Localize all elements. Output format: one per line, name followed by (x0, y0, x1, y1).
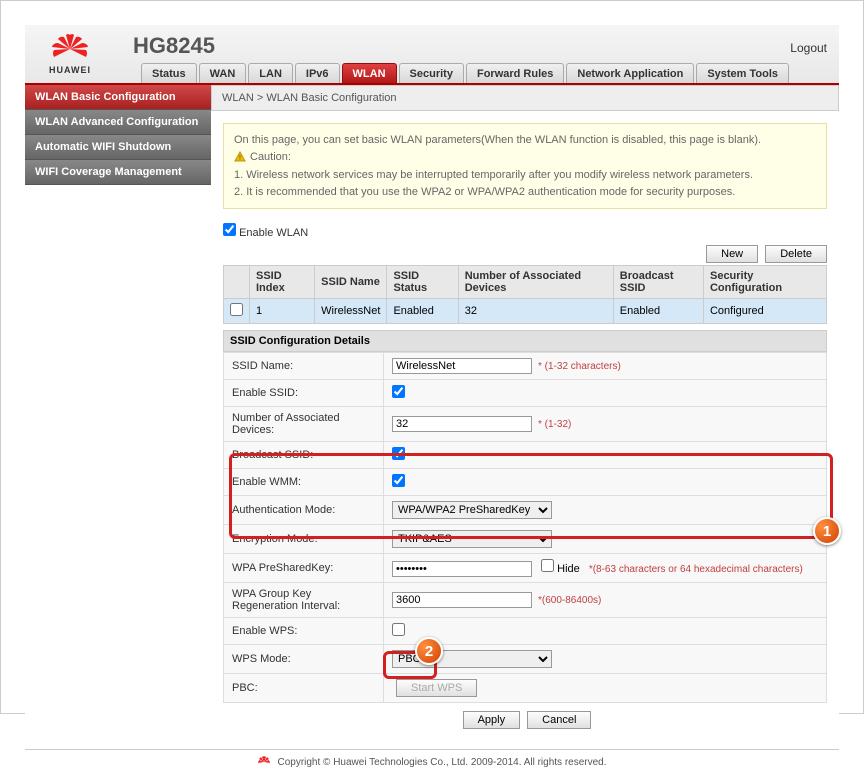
row-select-checkbox[interactable] (230, 303, 243, 316)
tab-forward-rules[interactable]: Forward Rules (466, 63, 564, 83)
cell-index: 1 (250, 299, 315, 324)
tab-ipv6[interactable]: IPv6 (295, 63, 340, 83)
sidebar: WLAN Basic Configuration WLAN Advanced C… (25, 85, 211, 749)
notice-line1: 1. Wireless network services may be inte… (234, 167, 816, 184)
col-index: SSID Index (250, 266, 315, 299)
enable-wlan-checkbox[interactable] (223, 223, 236, 236)
num-devices-label: Number of Associated Devices: (224, 407, 384, 442)
col-name: SSID Name (315, 266, 387, 299)
footer: Copyright © Huawei Technologies Co., Ltd… (25, 749, 839, 774)
start-wps-button[interactable]: Start WPS (396, 679, 477, 697)
cell-broadcast: Enabled (613, 299, 703, 324)
copyright-text: Copyright © Huawei Technologies Co., Ltd… (277, 757, 606, 768)
tab-network-application[interactable]: Network Application (566, 63, 694, 83)
num-devices-input[interactable] (392, 416, 532, 432)
psk-input[interactable] (392, 561, 532, 577)
ssid-name-label: SSID Name: (224, 353, 384, 380)
wps-mode-label: WPS Mode: (224, 645, 384, 674)
sidebar-item-basic[interactable]: WLAN Basic Configuration (25, 85, 211, 110)
ssid-name-hint: * (1-32 characters) (538, 361, 621, 372)
tab-wlan[interactable]: WLAN (342, 63, 397, 83)
broadcast-label: Broadcast SSID: (224, 442, 384, 469)
main-content: WLAN > WLAN Basic Configuration On this … (211, 85, 839, 749)
hide-checkbox[interactable] (541, 559, 554, 572)
wps-mode-select[interactable]: PBC (392, 650, 552, 668)
broadcast-checkbox[interactable] (392, 447, 405, 460)
wmm-label: Enable WMM: (224, 469, 384, 496)
brand-name: HUAWEI (49, 65, 91, 75)
tab-wan[interactable]: WAN (199, 63, 247, 83)
details-header: SSID Configuration Details (223, 330, 827, 352)
model-label: HG8245 (133, 33, 215, 59)
col-security: Security Configuration (703, 266, 826, 299)
caution-label: Caution: (250, 149, 291, 166)
cell-status: Enabled (387, 299, 458, 324)
cell-devices: 32 (458, 299, 613, 324)
col-devices: Number of Associated Devices (458, 266, 613, 299)
tab-lan[interactable]: LAN (248, 63, 293, 83)
warning-icon: ! (234, 151, 246, 163)
table-row[interactable]: 1 WirelessNet Enabled 32 Enabled Configu… (224, 299, 827, 324)
footer-logo-icon (257, 756, 271, 768)
notice-box: On this page, you can set basic WLAN par… (223, 123, 827, 209)
cell-name: WirelessNet (315, 299, 387, 324)
main-tabs: Status WAN LAN IPv6 WLAN Security Forwar… (141, 63, 789, 83)
num-devices-hint: * (1-32) (538, 419, 571, 430)
auth-mode-label: Authentication Mode: (224, 496, 384, 525)
wps-checkbox[interactable] (392, 623, 405, 636)
enable-ssid-label: Enable SSID: (224, 380, 384, 407)
notice-line2: 2. It is recommended that you use the WP… (234, 184, 816, 201)
breadcrumb: WLAN > WLAN Basic Configuration (211, 85, 839, 111)
tab-status[interactable]: Status (141, 63, 197, 83)
svg-text:!: ! (239, 155, 241, 162)
sidebar-item-auto-shutdown[interactable]: Automatic WIFI Shutdown (25, 135, 211, 160)
auth-mode-select[interactable]: WPA/WPA2 PreSharedKey (392, 501, 552, 519)
wps-label: Enable WPS: (224, 618, 384, 645)
new-button[interactable]: New (706, 245, 758, 263)
col-select (224, 266, 250, 299)
notice-intro: On this page, you can set basic WLAN par… (234, 132, 816, 149)
header: HUAWEI HG8245 Logout Status WAN LAN IPv6… (25, 25, 839, 85)
enable-ssid-checkbox[interactable] (392, 385, 405, 398)
config-form: SSID Name: * (1-32 characters) Enable SS… (223, 352, 827, 703)
cell-security: Configured (703, 299, 826, 324)
brand-logo: HUAWEI (25, 25, 115, 83)
enc-mode-label: Encryption Mode: (224, 525, 384, 554)
hide-label: Hide (557, 563, 580, 575)
sidebar-item-coverage[interactable]: WIFI Coverage Management (25, 160, 211, 185)
regen-hint: *(600-86400s) (538, 595, 601, 606)
enc-mode-select[interactable]: TKIP&AES (392, 530, 552, 548)
tab-system-tools[interactable]: System Tools (696, 63, 789, 83)
regen-input[interactable] (392, 592, 532, 608)
logout-link[interactable]: Logout (790, 41, 827, 55)
psk-hint: *(8-63 characters or 64 hexadecimal char… (589, 564, 803, 575)
delete-button[interactable]: Delete (765, 245, 827, 263)
pbc-label: PBC: (224, 674, 384, 703)
tab-security[interactable]: Security (399, 63, 464, 83)
ssid-name-input[interactable] (392, 358, 532, 374)
huawei-logo-icon (48, 33, 92, 65)
sidebar-item-advanced[interactable]: WLAN Advanced Configuration (25, 110, 211, 135)
ssid-table: SSID Index SSID Name SSID Status Number … (223, 265, 827, 324)
col-broadcast: Broadcast SSID (613, 266, 703, 299)
wmm-checkbox[interactable] (392, 474, 405, 487)
table-header-row: SSID Index SSID Name SSID Status Number … (224, 266, 827, 299)
psk-label: WPA PreSharedKey: (224, 554, 384, 583)
regen-label: WPA Group Key Regeneration Interval: (224, 583, 384, 618)
enable-wlan-label: Enable WLAN (239, 227, 308, 239)
col-status: SSID Status (387, 266, 458, 299)
